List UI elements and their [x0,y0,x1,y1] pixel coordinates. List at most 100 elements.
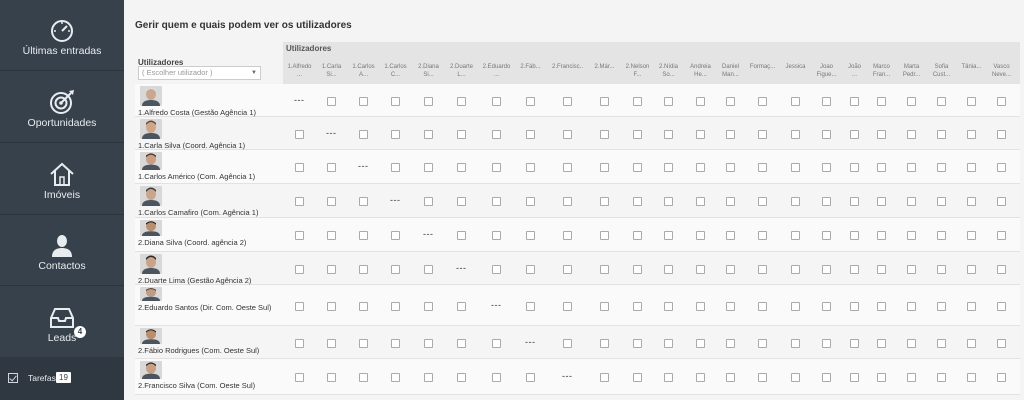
visibility-checkbox[interactable] [424,265,433,274]
visibility-checkbox[interactable] [327,265,336,274]
visibility-checkbox[interactable] [997,339,1006,348]
visibility-checkbox[interactable] [967,339,976,348]
visibility-checkbox[interactable] [937,339,946,348]
visibility-checkbox[interactable] [997,197,1006,206]
user-select-dropdown[interactable]: ( Escolher utilizador ) ▼ [138,66,261,80]
visibility-checkbox[interactable] [563,339,572,348]
visibility-checkbox[interactable] [726,265,735,274]
visibility-checkbox[interactable] [726,130,735,139]
nav-imoveis[interactable]: Imóveis [0,144,124,215]
visibility-checkbox[interactable] [850,97,859,106]
visibility-checkbox[interactable] [696,197,705,206]
visibility-checkbox[interactable] [726,97,735,106]
visibility-checkbox[interactable] [633,339,642,348]
visibility-checkbox[interactable] [937,163,946,172]
visibility-checkbox[interactable] [327,339,336,348]
visibility-checkbox[interactable] [967,265,976,274]
visibility-checkbox[interactable] [726,231,735,240]
visibility-checkbox[interactable] [997,302,1006,311]
visibility-checkbox[interactable] [526,265,535,274]
visibility-checkbox[interactable] [359,97,368,106]
visibility-checkbox[interactable] [967,373,976,382]
visibility-checkbox[interactable] [726,163,735,172]
visibility-checkbox[interactable] [937,197,946,206]
visibility-checkbox[interactable] [359,130,368,139]
visibility-checkbox[interactable] [563,163,572,172]
visibility-checkbox[interactable] [526,302,535,311]
visibility-checkbox[interactable] [424,373,433,382]
visibility-checkbox[interactable] [696,97,705,106]
visibility-checkbox[interactable] [850,265,859,274]
visibility-checkbox[interactable] [877,130,886,139]
visibility-checkbox[interactable] [424,302,433,311]
visibility-checkbox[interactable] [391,339,400,348]
visibility-checkbox[interactable] [526,373,535,382]
visibility-checkbox[interactable] [563,197,572,206]
visibility-checkbox[interactable] [295,373,304,382]
visibility-checkbox[interactable] [997,231,1006,240]
visibility-checkbox[interactable] [664,163,673,172]
visibility-checkbox[interactable] [457,339,466,348]
visibility-checkbox[interactable] [791,339,800,348]
visibility-checkbox[interactable] [633,130,642,139]
visibility-checkbox[interactable] [633,163,642,172]
visibility-checkbox[interactable] [327,373,336,382]
visibility-checkbox[interactable] [850,302,859,311]
visibility-checkbox[interactable] [600,197,609,206]
visibility-checkbox[interactable] [937,302,946,311]
visibility-checkbox[interactable] [758,373,767,382]
visibility-checkbox[interactable] [937,373,946,382]
visibility-checkbox[interactable] [391,265,400,274]
visibility-checkbox[interactable] [907,197,916,206]
visibility-checkbox[interactable] [492,373,501,382]
visibility-checkbox[interactable] [563,130,572,139]
visibility-checkbox[interactable] [967,197,976,206]
visibility-checkbox[interactable] [877,231,886,240]
visibility-checkbox[interactable] [359,265,368,274]
visibility-checkbox[interactable] [295,197,304,206]
visibility-checkbox[interactable] [791,265,800,274]
nav-oportunidades[interactable]: Oportunidades [0,72,124,143]
visibility-checkbox[interactable] [726,373,735,382]
visibility-checkbox[interactable] [877,97,886,106]
visibility-checkbox[interactable] [664,265,673,274]
visibility-checkbox[interactable] [492,265,501,274]
visibility-checkbox[interactable] [907,130,916,139]
visibility-checkbox[interactable] [492,339,501,348]
visibility-checkbox[interactable] [359,339,368,348]
visibility-checkbox[interactable] [457,163,466,172]
visibility-checkbox[interactable] [327,231,336,240]
visibility-checkbox[interactable] [600,373,609,382]
visibility-checkbox[interactable] [295,130,304,139]
visibility-checkbox[interactable] [696,302,705,311]
visibility-checkbox[interactable] [822,302,831,311]
visibility-checkbox[interactable] [457,231,466,240]
visibility-checkbox[interactable] [791,163,800,172]
visibility-checkbox[interactable] [424,163,433,172]
visibility-checkbox[interactable] [526,163,535,172]
visibility-checkbox[interactable] [359,302,368,311]
visibility-checkbox[interactable] [791,373,800,382]
visibility-checkbox[interactable] [997,163,1006,172]
visibility-checkbox[interactable] [492,130,501,139]
visibility-checkbox[interactable] [457,97,466,106]
visibility-checkbox[interactable] [327,197,336,206]
visibility-checkbox[interactable] [295,302,304,311]
visibility-checkbox[interactable] [822,339,831,348]
visibility-checkbox[interactable] [664,339,673,348]
visibility-checkbox[interactable] [526,130,535,139]
visibility-checkbox[interactable] [997,265,1006,274]
visibility-checkbox[interactable] [492,231,501,240]
visibility-checkbox[interactable] [726,197,735,206]
visibility-checkbox[interactable] [822,373,831,382]
visibility-checkbox[interactable] [758,130,767,139]
visibility-checkbox[interactable] [600,231,609,240]
visibility-checkbox[interactable] [600,163,609,172]
visibility-checkbox[interactable] [822,163,831,172]
visibility-checkbox[interactable] [664,97,673,106]
visibility-checkbox[interactable] [633,231,642,240]
visibility-checkbox[interactable] [877,163,886,172]
visibility-checkbox[interactable] [633,265,642,274]
visibility-checkbox[interactable] [937,265,946,274]
visibility-checkbox[interactable] [997,97,1006,106]
